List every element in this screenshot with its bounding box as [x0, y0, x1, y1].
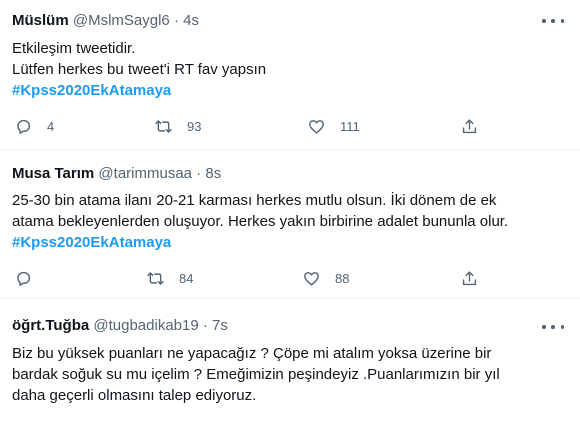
like-count: 88 — [335, 270, 350, 286]
reply-count: 4 — [47, 118, 55, 134]
tweet-header: Musa Tarım @tarimmusaa · 8s — [12, 164, 221, 184]
like-button[interactable]: 88 — [302, 266, 349, 290]
tweet-text: Etkileşim tweetidir. Lütfen herkes bu tw… — [12, 38, 567, 101]
more-icon[interactable] — [542, 320, 564, 334]
tweet-line: 25-30 bin atama ilanı 20-21 karması herk… — [12, 192, 497, 209]
tweet-line: atama bekleyenlerden oluşuyor. Herkes ya… — [12, 213, 509, 230]
author-handle[interactable]: @tarimmusaa — [98, 165, 192, 182]
heart-icon — [304, 271, 319, 286]
separator-dot: · — [196, 165, 202, 182]
like-count: 111 — [340, 118, 360, 134]
share-icon — [462, 118, 477, 133]
separator-dot: · — [202, 317, 208, 334]
timestamp[interactable]: 8s — [205, 165, 221, 182]
reply-icon — [17, 119, 31, 134]
heart-icon — [309, 119, 324, 134]
more-icon[interactable] — [542, 14, 564, 28]
like-button[interactable]: 111 — [307, 114, 360, 138]
tweet-line: daha geçerli olmasını talep ediyoruz. — [12, 387, 257, 404]
tweet-header: Müslüm @MslmSaygl6 · 4s — [12, 11, 199, 31]
author-handle[interactable]: @tugbadikab19 — [93, 317, 198, 334]
retweet-button[interactable]: 84 — [146, 266, 193, 290]
timestamp[interactable]: 4s — [183, 12, 199, 29]
separator-dot: · — [173, 12, 179, 29]
timestamp[interactable]: 7s — [212, 317, 228, 334]
reply-icon — [17, 271, 31, 286]
tweet-line: Etkileşim tweetidir. — [12, 40, 136, 57]
reply-button[interactable]: 4 — [14, 114, 54, 138]
tweet[interactable]: Müslüm @MslmSaygl6 · 4s Etkileşim tweeti… — [0, 0, 580, 150]
retweet-button[interactable]: 93 — [154, 114, 201, 138]
tweet[interactable]: öğrt.Tuğba @tugbadikab19 · 7s Biz bu yük… — [0, 299, 580, 422]
share-button[interactable] — [460, 266, 479, 290]
retweet-count: 84 — [179, 270, 194, 286]
hashtag-link[interactable]: #Kpss2020EkAtamaya — [12, 232, 567, 253]
retweet-count: 93 — [187, 118, 202, 134]
tweet-actions: 84 88 — [0, 266, 580, 290]
hashtag-link[interactable]: #Kpss2020EkAtamaya — [12, 80, 567, 101]
tweet-actions: 4 93 111 — [0, 114, 580, 138]
tweet-header: öğrt.Tuğba @tugbadikab19 · 7s — [12, 316, 228, 336]
share-icon — [462, 270, 477, 285]
tweet-line: Lütfen herkes bu tweet'i RT fav yapsın — [12, 61, 267, 78]
retweet-icon — [147, 271, 164, 285]
tweet-line: Biz bu yüksek puanları ne yapacağız ? Çö… — [12, 345, 492, 362]
tweet[interactable]: Musa Tarım @tarimmusaa · 8s 25-30 bin at… — [0, 150, 580, 298]
reply-button[interactable] — [14, 266, 47, 290]
tweet-text: Biz bu yüksek puanları ne yapacağız ? Çö… — [12, 343, 567, 406]
author-handle[interactable]: @MslmSaygl6 — [73, 12, 170, 29]
share-button[interactable] — [460, 114, 479, 138]
author-name[interactable]: Musa Tarım — [12, 165, 94, 182]
author-name[interactable]: Müslüm — [12, 12, 69, 29]
tweet-line: bardak soğuk su mu içelim ? Emeğimizin p… — [12, 366, 500, 383]
author-name[interactable]: öğrt.Tuğba — [12, 317, 89, 334]
tweet-text: 25-30 bin atama ilanı 20-21 karması herk… — [12, 190, 567, 253]
retweet-icon — [155, 119, 172, 133]
